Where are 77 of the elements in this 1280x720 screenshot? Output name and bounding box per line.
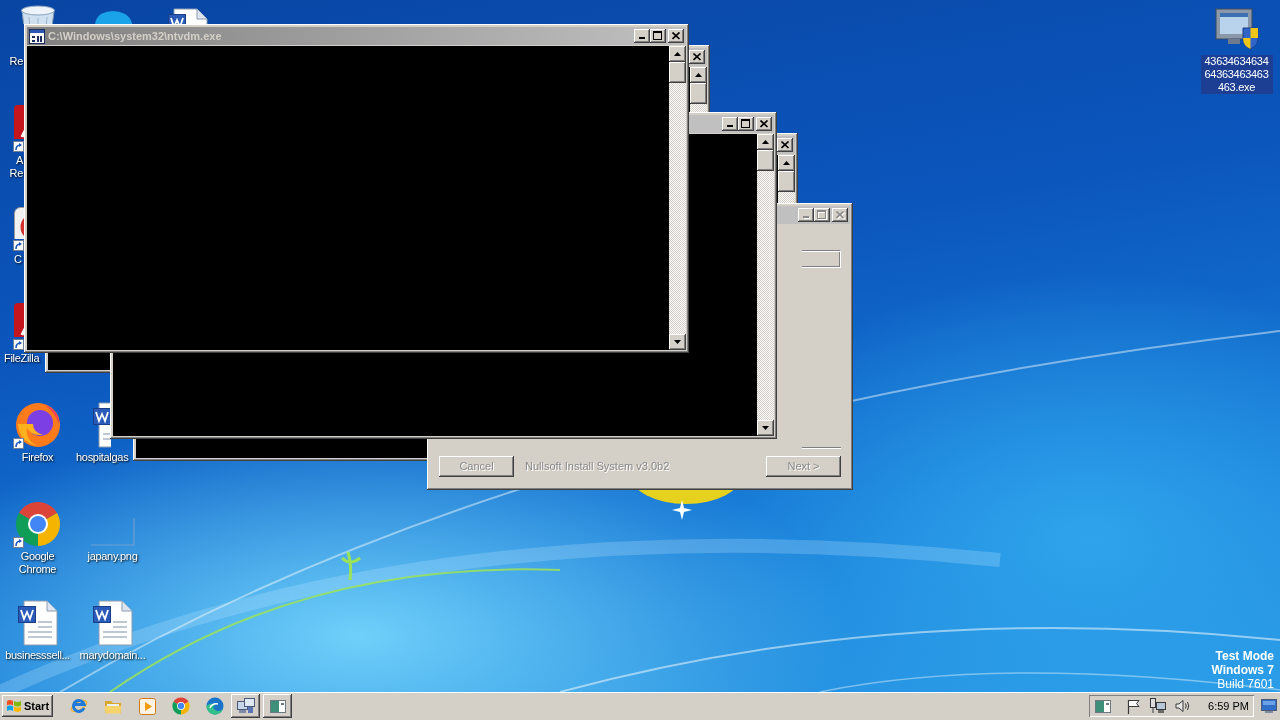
- browser-ring-icon[interactable]: [14, 501, 61, 547]
- play-icon[interactable]: [138, 697, 156, 715]
- maximize-icon: [741, 119, 751, 129]
- icon-label[interactable]: A Re: [7, 154, 24, 180]
- flag-icon[interactable]: [1127, 698, 1142, 714]
- up-triangle-icon: [762, 140, 769, 144]
- up-triangle-icon: [783, 161, 790, 165]
- wave-browser-icon[interactable]: [206, 697, 224, 715]
- icon-label[interactable]: C: [13, 253, 23, 266]
- minimize-button[interactable]: [634, 29, 650, 43]
- scroll-thumb[interactable]: [778, 171, 795, 192]
- icon-label[interactable]: Firefox: [20, 451, 55, 464]
- program-window-icon[interactable]: [29, 28, 45, 44]
- icon-label[interactable]: Re: [8, 55, 24, 68]
- close-button[interactable]: [756, 117, 772, 131]
- app-tile-icon[interactable]: [13, 303, 24, 337]
- scroll-down-button[interactable]: [669, 334, 686, 350]
- icon-label[interactable]: FileZilla: [3, 352, 41, 365]
- icon-label[interactable]: businesssell...: [4, 649, 71, 662]
- network-icon[interactable]: [1150, 698, 1167, 714]
- monitor-shield-icon[interactable]: [1214, 8, 1259, 50]
- start-button[interactable]: Start: [2, 695, 53, 717]
- document-icon[interactable]: [167, 8, 208, 24]
- app-tile-icon[interactable]: [13, 105, 24, 139]
- speaker-icon[interactable]: [1175, 699, 1192, 713]
- test-mode-text: Build 7601: [1217, 677, 1274, 691]
- scroll-up-button[interactable]: [669, 46, 686, 62]
- thumbnail-frame-icon[interactable]: [90, 518, 135, 546]
- scroll-up-button[interactable]: [690, 67, 707, 83]
- window-icon[interactable]: [1095, 699, 1112, 713]
- vertical-scrollbar[interactable]: [690, 67, 707, 112]
- branding-text: Nullsoft Install System v3.0b2: [525, 459, 670, 475]
- flag-logo-icon: [6, 699, 22, 713]
- icon-label[interactable]: japany.png: [86, 550, 139, 563]
- down-triangle-icon: [762, 426, 769, 430]
- scroll-thumb[interactable]: [669, 62, 686, 83]
- computers-icon: [236, 698, 255, 714]
- icon-label[interactable]: hospitalgas: [75, 451, 130, 464]
- test-mode-text: Windows 7: [1211, 663, 1274, 677]
- close-icon: [671, 31, 681, 41]
- fox-browser-icon[interactable]: [14, 402, 61, 448]
- scroll-thumb[interactable]: [757, 150, 774, 171]
- down-triangle-icon: [674, 340, 681, 344]
- window-icon: [269, 699, 286, 713]
- scroll-up-button[interactable]: [778, 155, 795, 171]
- taskbar-button[interactable]: [263, 694, 292, 718]
- title-bar[interactable]: [689, 115, 774, 133]
- close-icon: [692, 52, 702, 62]
- close-icon: [835, 210, 845, 220]
- clock[interactable]: 6:59 PM: [1208, 697, 1249, 715]
- maximize-icon: [653, 31, 663, 41]
- maximize-button[interactable]: [738, 117, 754, 131]
- window-title: C:\Windows\system32\ntvdm.exe: [48, 28, 222, 44]
- maximize-icon: [817, 210, 827, 220]
- test-mode-text: Test Mode: [1215, 649, 1274, 663]
- icon-label[interactable]: 4363463463464363463463463.exe: [1200, 55, 1273, 94]
- browser-ring-icon[interactable]: [172, 697, 190, 715]
- vertical-scrollbar[interactable]: [669, 46, 686, 350]
- browser-e-icon[interactable]: [70, 697, 88, 715]
- monitor-icon[interactable]: [1261, 699, 1277, 713]
- close-icon: [759, 119, 769, 129]
- vertical-scrollbar[interactable]: [778, 155, 795, 203]
- document-icon[interactable]: [92, 600, 133, 646]
- vertical-scrollbar[interactable]: [757, 134, 774, 436]
- scroll-down-button[interactable]: [757, 420, 774, 436]
- up-triangle-icon: [695, 73, 702, 77]
- close-button[interactable]: [668, 29, 684, 43]
- icon-label[interactable]: Google Chrome: [1, 550, 74, 576]
- up-triangle-icon: [674, 52, 681, 56]
- scroll-thumb[interactable]: [690, 83, 707, 104]
- maximize-button[interactable]: [650, 29, 666, 43]
- text-field[interactable]: [802, 250, 841, 268]
- scroll-up-button[interactable]: [757, 134, 774, 150]
- taskbar-button[interactable]: [231, 694, 260, 718]
- document-icon[interactable]: [17, 600, 58, 646]
- minimize-button[interactable]: [722, 117, 738, 131]
- close-icon: [780, 140, 790, 150]
